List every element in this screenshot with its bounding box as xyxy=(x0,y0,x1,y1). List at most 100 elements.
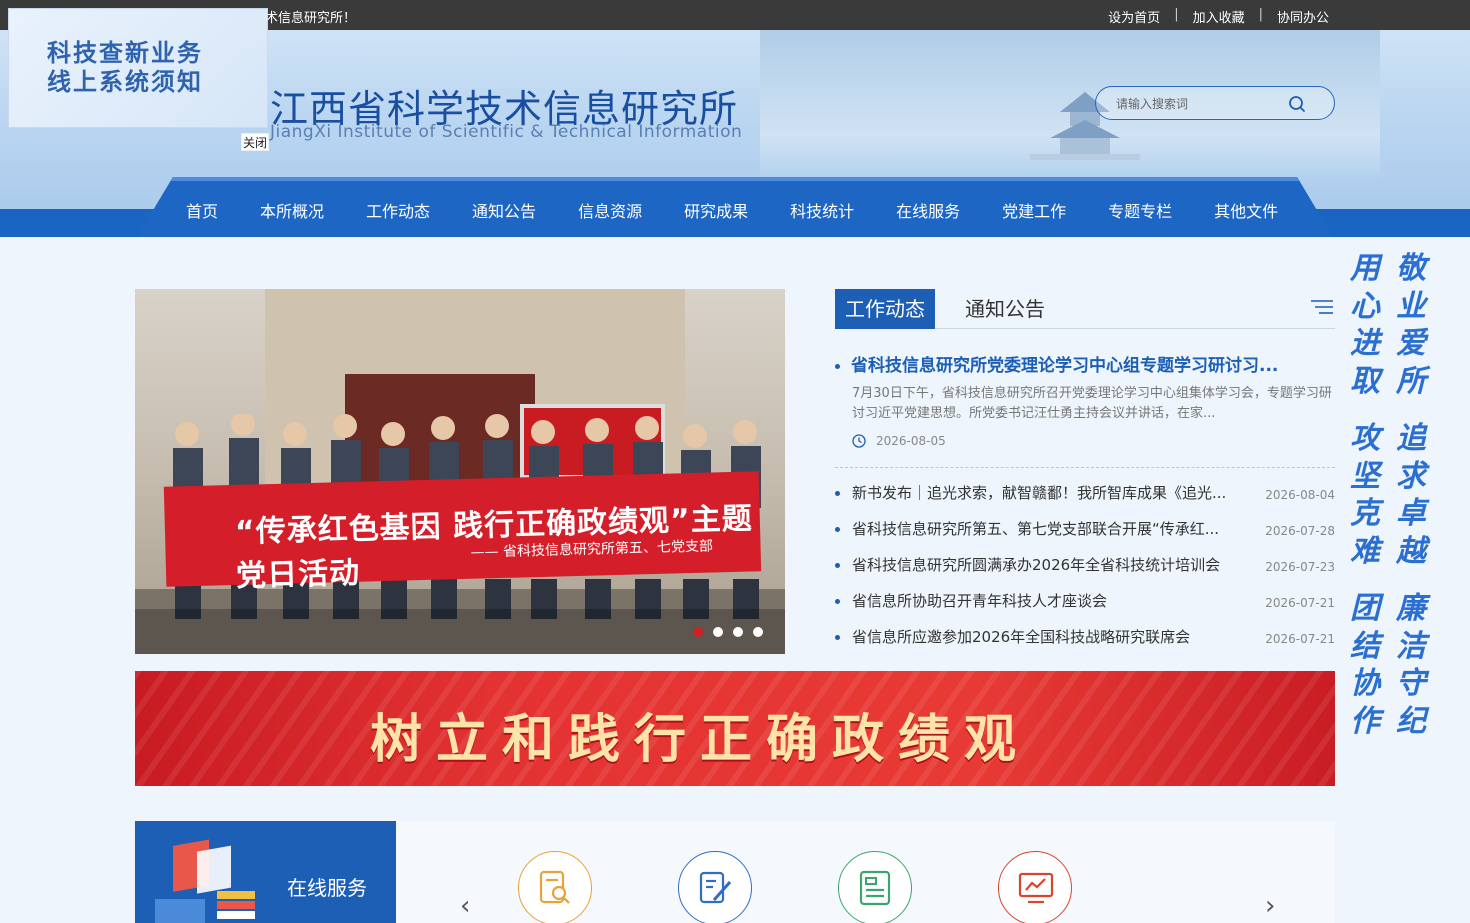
slogan-char: 所 xyxy=(1396,363,1426,399)
headline-link[interactable]: 省科技信息研究所党委理论学习中心组专题学习研讨习... xyxy=(835,351,1278,376)
slogan-char: 业 xyxy=(1396,288,1426,324)
popup-text: 科技查新业务 线上系统须知 xyxy=(47,39,203,97)
service-item[interactable] xyxy=(678,851,752,923)
slogan-char: 追 xyxy=(1396,421,1426,456)
main-nav: 首页 本所概况 工作动态 通知公告 信息资源 研究成果 科技统计 在线服务 党建… xyxy=(165,198,1299,222)
slogan-char: 结 xyxy=(1350,628,1380,664)
list-doc-icon xyxy=(859,870,891,906)
slogan-char: 团 xyxy=(1350,591,1380,626)
slogan-char: 洁 xyxy=(1396,628,1426,664)
search-box xyxy=(1095,86,1335,120)
slide-caption-bar xyxy=(135,609,785,654)
slogan-char: 敬 xyxy=(1396,251,1426,286)
online-service-header: 在线服务 xyxy=(135,821,396,923)
news-date: 2026-07-23 xyxy=(1265,560,1335,574)
edit-doc-icon xyxy=(699,871,732,904)
popup-line: 科技查新业务 xyxy=(47,39,203,67)
news-title: 省科技信息研究所圆满承办2026年全省科技统计培训会 xyxy=(852,556,1221,574)
list-item[interactable]: 省科技信息研究所第五、第七党支部联合开展“传承红... 2026-07-28 xyxy=(835,518,1335,554)
news-panel: 工作动态 通知公告 省科技信息研究所党委理论学习中心组专题学习研讨习... 7月… xyxy=(835,289,1335,654)
tab-work-news[interactable]: 工作动态 xyxy=(835,289,935,329)
headline-date-text: 2026-08-05 xyxy=(876,434,946,448)
event-banner: “传承红色基因 践行正确政绩观”主题党日活动 —— 省科技信息研究所第五、七党支… xyxy=(163,471,762,594)
service-item[interactable] xyxy=(838,851,912,923)
next-arrow-icon[interactable]: › xyxy=(1265,891,1275,921)
slogan-column: 团结协作 xyxy=(1348,590,1382,740)
online-service-label: 在线服务 xyxy=(287,876,367,900)
slogan-char: 坚 xyxy=(1350,458,1380,494)
slogan-char: 作 xyxy=(1350,703,1380,739)
divider xyxy=(835,467,1335,468)
news-list: 新书发布｜追光求索，献智赣鄱！我所智库成果《追光... 2026-08-04 省… xyxy=(835,482,1335,662)
nav-item-online-service[interactable]: 在线服务 xyxy=(875,198,981,222)
nav-item-resources[interactable]: 信息资源 xyxy=(557,198,663,222)
office-link[interactable]: 协同办公 xyxy=(1277,7,1329,26)
chart-screen-icon xyxy=(1018,872,1054,904)
slogan-char: 进 xyxy=(1350,326,1380,361)
slogan-char: 取 xyxy=(1350,363,1380,399)
slide-dot[interactable] xyxy=(733,627,743,637)
nav-item-research[interactable]: 研究成果 xyxy=(663,198,769,222)
service-illustration-icon xyxy=(155,839,255,923)
add-favorite-link[interactable]: 加入收藏 xyxy=(1193,7,1245,26)
slogan-char: 爱 xyxy=(1396,326,1426,361)
news-date: 2026-07-21 xyxy=(1265,632,1335,646)
news-title: 省信息所协助召开青年科技人才座谈会 xyxy=(852,592,1108,610)
list-item[interactable]: 省信息所应邀参加2026年全国科技战略研究联席会 2026-07-21 xyxy=(835,626,1335,662)
headline-date: 2026-08-05 xyxy=(852,434,946,448)
separator: | xyxy=(1258,7,1263,22)
news-date: 2026-07-28 xyxy=(1265,524,1335,538)
slogan-column: 追求卓越 xyxy=(1394,420,1428,570)
slogan-char: 守 xyxy=(1396,666,1426,701)
news-title: 新书发布｜追光求索，献智赣鄱！我所智库成果《追光... xyxy=(852,484,1227,502)
theme-banner-text: 树立和践行正确政绩观 xyxy=(370,710,1031,770)
headline-summary: 7月30日下午，省科技信息研究所召开党委理论学习中心组集体学习会，专题学习研讨习… xyxy=(852,386,1332,421)
nav-item-party[interactable]: 党建工作 xyxy=(981,198,1087,222)
slogan-column: 敬业爱所 xyxy=(1394,250,1428,400)
slide-dot[interactable] xyxy=(693,627,703,637)
slide-dot[interactable] xyxy=(753,627,763,637)
nav-item-notices[interactable]: 通知公告 xyxy=(451,198,557,222)
clock-icon xyxy=(852,434,866,448)
slogan-char: 协 xyxy=(1350,666,1380,701)
news-tabs: 工作动态 通知公告 xyxy=(835,289,1335,329)
nav-item-other-files[interactable]: 其他文件 xyxy=(1193,198,1299,222)
slogan-char: 卓 xyxy=(1396,496,1426,531)
list-item[interactable]: 省科技信息研究所圆满承办2026年全省科技统计培训会 2026-07-23 xyxy=(835,554,1335,590)
news-title: 省科技信息研究所第五、第七党支部联合开展“传承红... xyxy=(852,520,1220,538)
service-item[interactable] xyxy=(998,851,1072,923)
top-links: 设为首页 | 加入收藏 | 协同办公 xyxy=(1108,7,1329,26)
nav-item-home[interactable]: 首页 xyxy=(165,198,239,222)
slogan-column: 廉洁守纪 xyxy=(1394,590,1428,740)
theme-banner[interactable]: 树立和践行正确政绩观 xyxy=(135,671,1335,786)
nav-item-statistics[interactable]: 科技统计 xyxy=(769,198,875,222)
slogan-char: 廉 xyxy=(1396,591,1426,626)
site-title-en: JiangXi Institute of Scientific & Techni… xyxy=(270,122,743,142)
more-menu-icon[interactable] xyxy=(1311,299,1333,315)
slogan-column: 攻坚克难 xyxy=(1348,420,1382,570)
slogan-char: 纪 xyxy=(1396,703,1426,739)
popup-line: 线上系统须知 xyxy=(47,68,203,96)
search-input[interactable] xyxy=(1116,94,1286,114)
set-homepage-link[interactable]: 设为首页 xyxy=(1108,7,1160,26)
welcome-text: 术信息研究所！ xyxy=(265,11,357,26)
online-service-section: 在线服务 ‹ › xyxy=(135,821,1335,923)
prev-arrow-icon[interactable]: ‹ xyxy=(460,891,470,921)
nav-item-about[interactable]: 本所概况 xyxy=(239,198,345,222)
news-title: 省信息所应邀参加2026年全国科技战略研究联席会 xyxy=(852,628,1191,646)
slogan-char: 克 xyxy=(1350,496,1380,531)
slogan-char: 难 xyxy=(1350,533,1380,569)
service-item[interactable] xyxy=(518,851,592,923)
list-item[interactable]: 省信息所协助召开青年科技人才座谈会 2026-07-21 xyxy=(835,590,1335,626)
list-item[interactable]: 新书发布｜追光求索，献智赣鄱！我所智库成果《追光... 2026-08-04 xyxy=(835,482,1335,518)
popup-close-button[interactable]: 关闭 xyxy=(241,133,269,151)
search-icon[interactable] xyxy=(1288,95,1306,113)
news-date: 2026-07-21 xyxy=(1265,596,1335,610)
tab-notices[interactable]: 通知公告 xyxy=(955,289,1055,329)
nav-item-topics[interactable]: 专题专栏 xyxy=(1087,198,1193,222)
news-slideshow[interactable]: “传承红色基因 践行正确政绩观”主题党日活动 —— 省科技信息研究所第五、七党支… xyxy=(135,289,785,654)
slogan-char: 越 xyxy=(1396,533,1426,569)
floating-popup[interactable]: 科技查新业务 线上系统须知 xyxy=(8,8,268,128)
nav-item-work-news[interactable]: 工作动态 xyxy=(345,198,451,222)
slide-dot[interactable] xyxy=(713,627,723,637)
